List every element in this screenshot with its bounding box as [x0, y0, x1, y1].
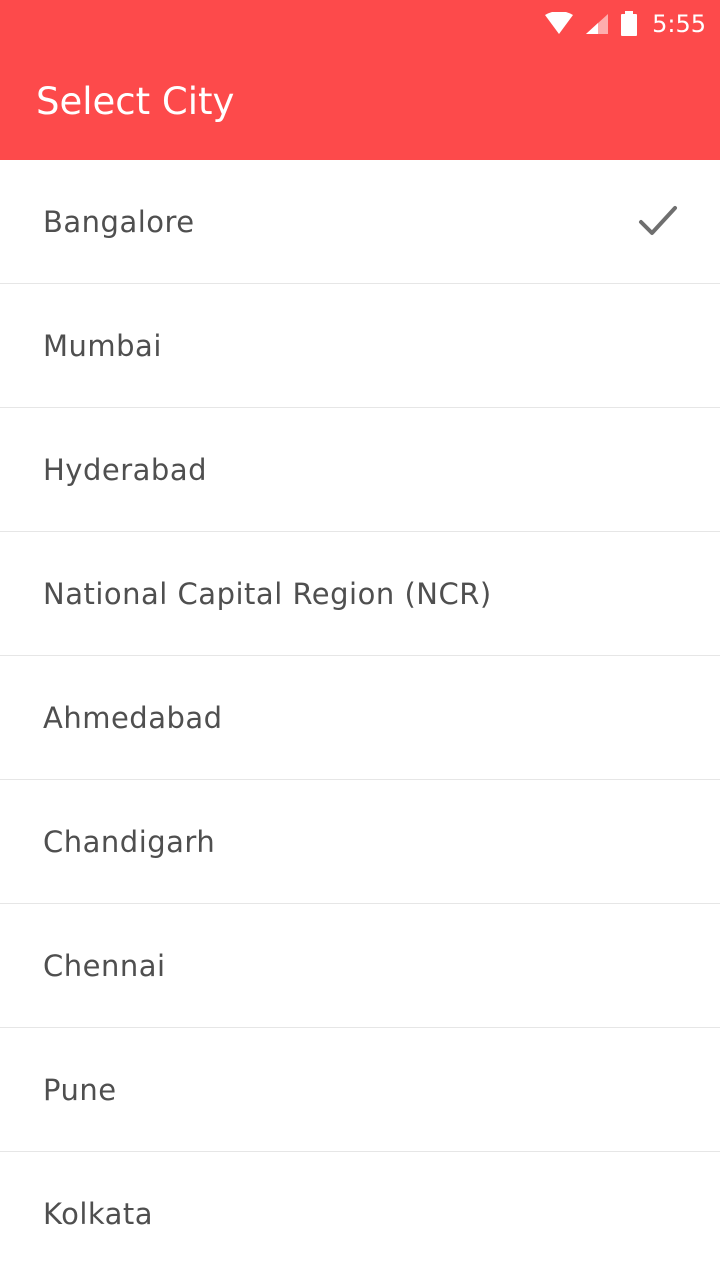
city-item-mumbai[interactable]: Mumbai — [0, 284, 720, 408]
city-item-ahmedabad[interactable]: Ahmedabad — [0, 656, 720, 780]
city-item-ncr[interactable]: National Capital Region (NCR) — [0, 532, 720, 656]
city-label: Pune — [43, 1072, 117, 1107]
city-label: Kolkata — [43, 1197, 154, 1231]
city-label: Mumbai — [43, 328, 162, 363]
status-icons: 5:55 — [544, 6, 706, 42]
city-item-chandigarh[interactable]: Chandigarh — [0, 780, 720, 904]
city-item-bangalore[interactable]: Bangalore — [0, 160, 720, 284]
city-item-kolkata[interactable]: Kolkata — [0, 1152, 720, 1276]
city-label: Chennai — [43, 948, 166, 983]
city-label: Hyderabad — [43, 452, 207, 487]
city-item-chennai[interactable]: Chennai — [0, 904, 720, 1028]
signal-icon — [586, 14, 609, 34]
city-item-hyderabad[interactable]: Hyderabad — [0, 408, 720, 532]
app-bar: 5:55 Select City — [0, 0, 720, 160]
city-label: Bangalore — [43, 204, 195, 239]
wifi-icon — [545, 12, 574, 34]
city-item-pune[interactable]: Pune — [0, 1028, 720, 1152]
page-title: Select City — [36, 80, 235, 123]
city-label: Chandigarh — [43, 824, 216, 859]
city-label: Ahmedabad — [43, 700, 223, 735]
check-icon — [639, 206, 677, 235]
battery-icon — [621, 11, 638, 36]
city-label: National Capital Region (NCR) — [43, 576, 492, 611]
status-time: 5:55 — [652, 10, 706, 38]
city-list: Bangalore Mumbai Hyderabad National Capi… — [0, 160, 720, 1276]
status-bar: 5:55 — [0, 0, 720, 48]
